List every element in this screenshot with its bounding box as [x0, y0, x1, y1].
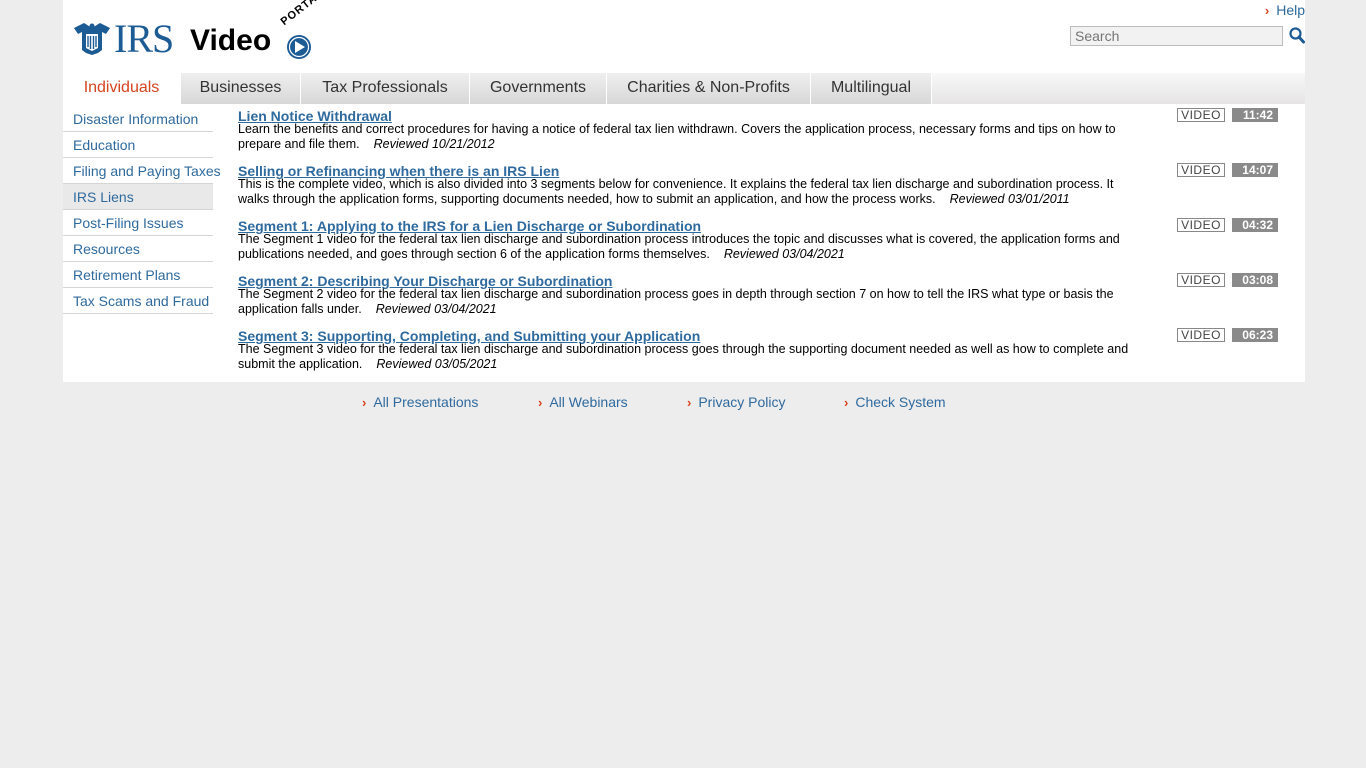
footer-link-label: All Webinars: [549, 394, 628, 410]
sidebar-item-resources[interactable]: Resources: [63, 236, 213, 262]
tab-governments[interactable]: Governments: [470, 73, 607, 104]
sidebar-item-disaster-information[interactable]: Disaster Information: [63, 106, 213, 132]
video-item: Selling or Refinancing when there is an …: [238, 162, 1278, 212]
play-icon: [287, 35, 311, 59]
caret-right-icon: ›: [362, 395, 367, 410]
video-reviewed-date: Reviewed 10/21/2012: [373, 137, 495, 151]
caret-right-icon: ›: [687, 395, 692, 410]
video-reviewed-date: Reviewed 03/01/2011: [949, 192, 1070, 206]
video-duration: 03:08: [1232, 273, 1278, 287]
tab-individuals[interactable]: Individuals: [63, 73, 181, 104]
sidebar-item-irs-liens[interactable]: IRS Liens: [63, 184, 213, 210]
video-type-badge: VIDEO: [1177, 328, 1225, 342]
video-type-badge: VIDEO: [1177, 273, 1225, 287]
tab-label: Governments: [489, 79, 587, 96]
caret-right-icon: ›: [1264, 3, 1270, 18]
logo-irs-text: IRS: [114, 16, 174, 61]
video-reviewed-date: Reviewed 03/04/2021: [723, 247, 845, 261]
main-nav: Individuals Businesses Tax Professionals…: [63, 73, 1305, 104]
video-reviewed-date: Reviewed 03/05/2021: [376, 357, 498, 371]
footer-link-privacy-policy[interactable]: › Privacy Policy: [687, 394, 785, 410]
footer-link-all-presentations[interactable]: › All Presentations: [362, 394, 478, 410]
tab-charities-non-profits[interactable]: Charities & Non-Profits: [607, 73, 811, 104]
help-link[interactable]: › Help: [1265, 2, 1305, 18]
nav-filler: [932, 73, 1305, 104]
footer: › All Presentations › All Webinars › Privac…: [0, 394, 1366, 414]
logo-portal-text: PORTAL: [278, 0, 326, 28]
video-description: Learn the benefits and correct procedure…: [238, 122, 1143, 152]
video-item: Lien Notice Withdrawal Learn the benefit…: [238, 107, 1278, 157]
caret-right-icon: ›: [538, 395, 543, 410]
sidebar-item-education[interactable]: Education: [63, 132, 213, 158]
video-description: The Segment 2 video for the federal tax …: [238, 287, 1143, 317]
tab-label: Businesses: [199, 79, 282, 96]
search-icon[interactable]: [1289, 27, 1305, 44]
video-duration: 14:07: [1232, 163, 1278, 177]
video-type-badge: VIDEO: [1177, 108, 1225, 122]
footer-link-label: Check System: [855, 394, 946, 410]
logo-video-text: Video: [190, 24, 272, 57]
video-description-text: Learn the benefits and correct procedure…: [238, 122, 1116, 151]
sidebar-item-post-filing-issues[interactable]: Post-Filing Issues: [63, 210, 213, 236]
video-type-badge: VIDEO: [1177, 163, 1225, 177]
video-type-badge: VIDEO: [1177, 218, 1225, 232]
video-description-text: The Segment 1 video for the federal tax …: [238, 232, 1120, 261]
search-input[interactable]: [1070, 26, 1283, 46]
tab-multilingual[interactable]: Multilingual: [811, 73, 932, 104]
tab-label: Multilingual: [830, 79, 912, 96]
page-container: IRS Video PORTAL › Help Individuals Busin…: [63, 0, 1305, 382]
footer-link-label: Privacy Policy: [698, 394, 786, 410]
tab-businesses[interactable]: Businesses: [181, 73, 301, 104]
video-description-text: The Segment 3 video for the federal tax …: [238, 342, 1129, 371]
sidebar-item-tax-scams-and-fraud[interactable]: Tax Scams and Fraud: [63, 288, 213, 314]
sidebar-item-filing-and-paying-taxes[interactable]: Filing and Paying Taxes: [63, 158, 221, 184]
footer-link-all-webinars[interactable]: › All Webinars: [538, 394, 628, 410]
tab-tax-professionals[interactable]: Tax Professionals: [301, 73, 470, 104]
tab-label: Individuals: [83, 79, 160, 96]
video-duration: 06:23: [1232, 328, 1278, 342]
tab-label: Charities & Non-Profits: [627, 79, 790, 96]
video-description-text: The Segment 2 video for the federal tax …: [238, 287, 1114, 316]
footer-link-label: All Presentations: [373, 394, 479, 410]
video-description: This is the complete video, which is als…: [238, 177, 1143, 207]
video-item: Segment 1: Applying to the IRS for a Lie…: [238, 217, 1278, 267]
help-label: Help: [1276, 2, 1305, 18]
video-duration: 11:42: [1232, 108, 1278, 122]
video-item: Segment 2: Describing Your Discharge or …: [238, 272, 1278, 322]
video-reviewed-date: Reviewed 03/04/2021: [375, 302, 497, 316]
video-item: Segment 3: Supporting, Completing, and S…: [238, 327, 1278, 377]
video-duration: 04:32: [1232, 218, 1278, 232]
irs-eagle-icon: [74, 23, 110, 55]
caret-right-icon: ›: [844, 395, 849, 410]
sidebar-item-retirement-plans[interactable]: Retirement Plans: [63, 262, 213, 288]
video-description: The Segment 3 video for the federal tax …: [238, 342, 1143, 372]
video-description: The Segment 1 video for the federal tax …: [238, 232, 1143, 262]
tab-label: Tax Professionals: [322, 79, 448, 96]
footer-link-check-system[interactable]: › Check System: [844, 394, 946, 410]
sidebar: Disaster Information Education Filing an…: [63, 106, 221, 314]
